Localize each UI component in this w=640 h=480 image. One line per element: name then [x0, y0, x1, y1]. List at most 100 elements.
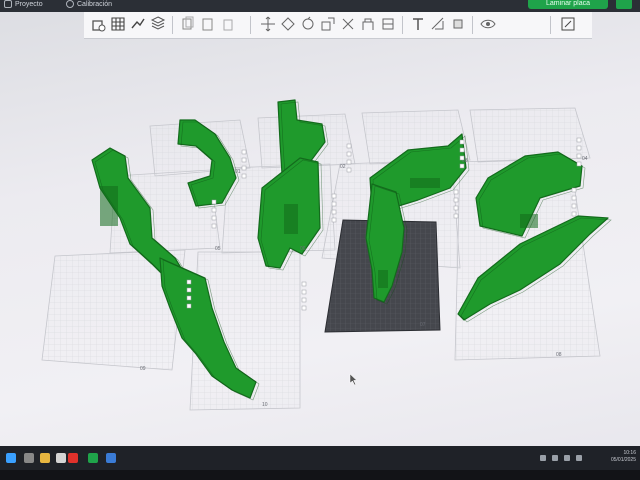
- clock-time: 10:16: [623, 450, 636, 456]
- plate-label: 08: [556, 352, 562, 358]
- taskbar: 10:16 05/01/2025: [0, 446, 640, 470]
- search-icon[interactable]: [24, 453, 34, 463]
- assembly-icon[interactable]: [450, 16, 466, 32]
- plate-tool-icon[interactable]: [453, 189, 459, 195]
- layers-icon[interactable]: [150, 16, 166, 32]
- title-bar: Proyecto Calibración Laminar placa: [0, 0, 640, 12]
- split-icon[interactable]: [260, 16, 276, 32]
- plate-tool-icon[interactable]: [346, 143, 352, 149]
- volume-icon[interactable]: [552, 455, 558, 461]
- build-plate-4[interactable]: [469, 107, 591, 163]
- menu-calibracion[interactable]: Calibración: [66, 0, 112, 12]
- menu-proyecto[interactable]: Proyecto: [4, 0, 43, 12]
- support-icon[interactable]: [360, 16, 376, 32]
- plate-tool-icon[interactable]: [576, 161, 582, 167]
- wifi-icon[interactable]: [564, 455, 570, 461]
- toolbar-separator: [402, 16, 403, 34]
- grid-icon[interactable]: [110, 16, 126, 32]
- paste-icon[interactable]: [200, 16, 216, 32]
- plate-tool-icon[interactable]: [453, 197, 459, 203]
- print-icon[interactable]: [616, 0, 632, 9]
- plate-tool-icon[interactable]: [186, 279, 192, 285]
- chevron-up-icon[interactable]: [540, 455, 546, 461]
- windows-icon[interactable]: [6, 453, 16, 463]
- mouse-cursor: [349, 373, 358, 386]
- plate-tool-icon[interactable]: [576, 153, 582, 159]
- monitor-screen: Proyecto Calibración Laminar placa 01 02 0…: [0, 0, 640, 470]
- plate-tool-icon[interactable]: [241, 149, 247, 155]
- plate-label: 04: [582, 156, 588, 162]
- slicer-icon[interactable]: [88, 453, 98, 463]
- delete-icon[interactable]: [220, 16, 236, 32]
- browser-icon[interactable]: [56, 453, 66, 463]
- settings-icon[interactable]: [560, 16, 576, 32]
- plate-tool-icon[interactable]: [571, 203, 577, 209]
- plate-tool-icon[interactable]: [211, 199, 217, 205]
- monitor-bezel: [0, 470, 640, 480]
- youtube-icon[interactable]: [68, 453, 78, 463]
- model-shadow: [520, 214, 538, 228]
- plate-tool-icon[interactable]: [571, 187, 577, 193]
- plate-tool-icon[interactable]: [453, 205, 459, 211]
- battery-icon[interactable]: [576, 455, 582, 461]
- plate-label: 01: [235, 169, 241, 175]
- plate-tool-icon[interactable]: [241, 165, 247, 171]
- plate-tool-icon[interactable]: [301, 297, 307, 303]
- plate-tool-icon[interactable]: [331, 217, 337, 223]
- model-shadow: [100, 186, 118, 226]
- plate-tool-icon[interactable]: [459, 163, 465, 169]
- seam-icon[interactable]: [380, 16, 396, 32]
- plate-tool-icon[interactable]: [241, 173, 247, 179]
- plate-tool-icon[interactable]: [331, 201, 337, 207]
- plate-tool-icon[interactable]: [346, 159, 352, 165]
- plate-tool-icon[interactable]: [459, 147, 465, 153]
- plate-tool-icon[interactable]: [576, 137, 582, 143]
- plate-tool-icon[interactable]: [186, 303, 192, 309]
- plate-tool-icon[interactable]: [301, 305, 307, 311]
- move-icon[interactable]: [280, 16, 296, 32]
- slice-plate-button[interactable]: Laminar placa: [528, 0, 608, 9]
- plate-label: 05: [215, 246, 221, 252]
- plate-tool-icon[interactable]: [571, 195, 577, 201]
- plate-label: 10: [262, 402, 268, 408]
- copy-icon[interactable]: [180, 16, 196, 32]
- arrange-icon[interactable]: [130, 16, 146, 32]
- toolbar: [84, 12, 592, 39]
- plate-tool-icon[interactable]: [346, 167, 352, 173]
- plate-tool-icon[interactable]: [301, 289, 307, 295]
- calibration-icon: [66, 0, 74, 9]
- plate-tool-icon[interactable]: [331, 193, 337, 199]
- add-object-icon[interactable]: [90, 16, 106, 32]
- rotate-icon[interactable]: [300, 16, 316, 32]
- plate-tool-icon[interactable]: [186, 287, 192, 293]
- clock: 10:16 05/01/2025: [600, 450, 636, 464]
- project-icon: [4, 0, 12, 9]
- view-icon[interactable]: [480, 16, 496, 32]
- plate-tool-icon[interactable]: [301, 281, 307, 287]
- plate-tool-icon[interactable]: [459, 155, 465, 161]
- plate-tool-icon[interactable]: [211, 223, 217, 229]
- plate-tool-icon[interactable]: [346, 151, 352, 157]
- plate-tool-icon[interactable]: [186, 295, 192, 301]
- app-icon[interactable]: [106, 453, 116, 463]
- plate-tool-icon[interactable]: [331, 209, 337, 215]
- model-shadow: [378, 270, 388, 288]
- cut-icon[interactable]: [340, 16, 356, 32]
- explorer-icon[interactable]: [40, 453, 50, 463]
- 3d-viewport[interactable]: 010203 0405 0607080910: [0, 38, 640, 458]
- plate-tool-icon[interactable]: [453, 213, 459, 219]
- plate-label: 02: [340, 164, 346, 170]
- plate-tool-icon[interactable]: [211, 215, 217, 221]
- plate-tool-icon[interactable]: [571, 211, 577, 217]
- plate-tool-icon[interactable]: [211, 207, 217, 213]
- clock-date: 05/01/2025: [610, 457, 636, 463]
- plate-label: 06: [300, 246, 306, 252]
- toolbar-separator: [550, 16, 551, 34]
- scale-icon[interactable]: [320, 16, 336, 32]
- measure-icon[interactable]: [430, 16, 446, 32]
- text-icon[interactable]: [410, 16, 426, 32]
- system-tray: [540, 455, 590, 461]
- plate-tool-icon[interactable]: [241, 157, 247, 163]
- plate-tool-icon[interactable]: [576, 145, 582, 151]
- plate-tool-icon[interactable]: [459, 139, 465, 145]
